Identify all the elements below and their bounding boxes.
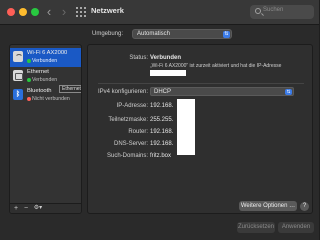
location-value: Automatisch <box>137 31 171 37</box>
ipv4-config-label: IPv4 konfigurieren: <box>97 89 148 95</box>
search-domains-value: fritz.box <box>150 153 172 159</box>
search-placeholder: Suchen <box>263 7 284 13</box>
show-all-grid-icon[interactable] <box>76 7 86 17</box>
redacted-addresses <box>177 99 195 155</box>
wifi-adapter-icon <box>13 51 23 62</box>
service-item-ethernet[interactable]: Ethernet Verbunden <box>10 67 81 86</box>
router-label: Router: <box>128 129 148 135</box>
chevron-updown-icon: ⇅ <box>223 31 230 38</box>
dns-server-label: DNS-Server: <box>113 141 148 147</box>
service-status: Nicht verbunden <box>32 96 70 102</box>
add-service-button[interactable]: + <box>12 204 20 213</box>
search-domains-label: Such-Domains: <box>106 153 148 159</box>
remove-service-button[interactable]: − <box>22 204 30 213</box>
zoom-window-button[interactable] <box>31 8 39 16</box>
search-field[interactable]: Suchen <box>250 5 314 19</box>
bluetooth-icon: ᛒ <box>13 89 23 100</box>
subnet-mask-value: 255.255. <box>150 117 174 123</box>
apply-button[interactable]: Anwenden <box>278 222 314 233</box>
ip-address-label: IP-Adresse: <box>116 103 148 109</box>
help-button[interactable]: ? <box>300 202 309 211</box>
title-bar: ‹ › Netzwerk Suchen <box>0 0 319 25</box>
advanced-options-button[interactable]: Weitere Optionen … <box>239 201 297 211</box>
service-name: Ethernet <box>27 69 49 75</box>
tooltip: Ethernet <box>59 85 81 93</box>
minimize-window-button[interactable] <box>19 8 27 16</box>
service-name: Bluetooth <box>27 88 52 94</box>
ipv4-config-select[interactable]: DHCP ⇅ <box>150 87 294 96</box>
divider <box>98 83 304 84</box>
chevron-updown-icon: ⇅ <box>285 89 292 95</box>
location-select[interactable]: Automatisch ⇅ <box>132 29 232 39</box>
network-preferences-window: ‹ › Netzwerk Suchen Umgebung: Automatisc… <box>0 0 319 240</box>
window-title: Netzwerk <box>91 6 124 15</box>
search-icon <box>255 8 261 14</box>
ip-address-value: 192.168. <box>150 103 174 109</box>
service-name: Wi-Fi 6 AX2000 <box>27 50 68 56</box>
forward-arrow-icon[interactable]: › <box>58 4 70 20</box>
reset-button[interactable]: Zurücksetzen <box>237 222 275 233</box>
subnet-mask-label: Teilnetzmaske: <box>108 117 148 123</box>
dns-server-value: 192.168. <box>150 141 174 147</box>
router-value: 192.168. <box>150 129 174 135</box>
status-dot-icon <box>27 97 31 101</box>
status-value: Verbunden <box>150 55 182 61</box>
service-list-toolbar: + − ⚙▾ <box>10 203 81 213</box>
status-description: „Wi-Fi 6 AX2000“ ist zurzeit aktiviert u… <box>150 63 282 69</box>
service-detail-pane: Status: Verbunden „Wi-Fi 6 AX2000“ ist z… <box>87 44 313 214</box>
ethernet-icon <box>13 70 23 81</box>
location-label: Umgebung: <box>92 31 124 37</box>
redacted-ip <box>150 70 186 76</box>
ipv4-config-value: DHCP <box>154 89 172 95</box>
status-dot-icon <box>27 78 31 82</box>
close-window-button[interactable] <box>7 8 15 16</box>
service-status: Verbunden <box>32 58 58 64</box>
service-status: Verbunden <box>32 77 58 83</box>
service-item-wifi[interactable]: Wi-Fi 6 AX2000 Verbunden <box>10 48 81 67</box>
status-dot-icon <box>27 59 31 63</box>
back-arrow-icon[interactable]: ‹ <box>43 4 55 20</box>
action-menu-button[interactable]: ⚙▾ <box>32 204 44 213</box>
service-list: Wi-Fi 6 AX2000 Verbunden Ethernet Verbun… <box>9 44 82 214</box>
status-label: Status: <box>129 55 148 61</box>
